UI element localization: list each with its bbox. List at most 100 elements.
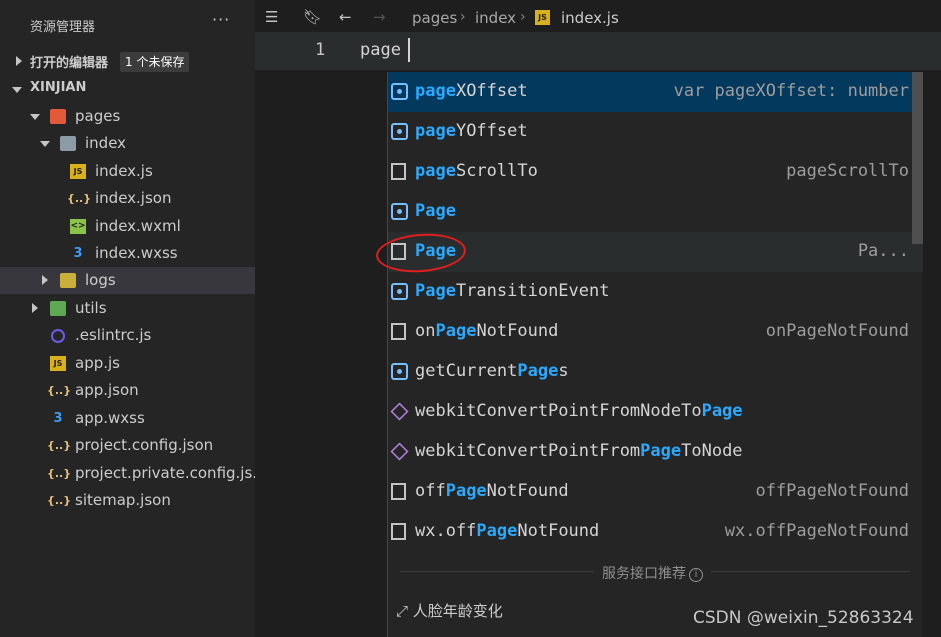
js-file-icon: JS xyxy=(70,164,86,179)
tree-item-logs[interactable]: logs xyxy=(0,267,255,294)
forward-arrow-icon[interactable]: → xyxy=(373,8,386,26)
json-file-icon: {..} xyxy=(47,494,72,507)
unsaved-badge: 1 个未保存 xyxy=(120,52,190,72)
tree-item-index-folder[interactable]: index xyxy=(0,130,255,157)
suggestion-detail: onPageNotFound xyxy=(765,321,909,341)
back-arrow-icon[interactable]: ← xyxy=(339,8,352,26)
tree-item-label: logs xyxy=(85,271,116,289)
watermark: CSDN @weixin_52863324 xyxy=(693,608,914,628)
breadcrumb-pages[interactable]: pages xyxy=(412,9,457,27)
tree-item-pages[interactable]: pages xyxy=(0,103,255,130)
tree-item-index-js[interactable]: JS index.js xyxy=(0,158,255,185)
open-editors-label: 打开的编辑器 xyxy=(30,56,109,71)
bookmark-icon[interactable]: 🔖︎ xyxy=(303,8,322,26)
info-icon[interactable]: i xyxy=(689,568,703,582)
folder-icon xyxy=(60,273,76,288)
editor-toolbar: ☰ 🔖︎ ← → pages › index › JS index.js xyxy=(255,0,941,36)
eslint-file-icon xyxy=(51,329,65,343)
tree-item-label: .eslintrc.js xyxy=(75,326,152,344)
suggestion-item[interactable]: onPageNotFound onPageNotFound xyxy=(388,312,923,352)
tree-item-index-wxss[interactable]: 3 index.wxss xyxy=(0,240,255,267)
breadcrumb-index[interactable]: index xyxy=(475,9,516,27)
tree-item-index-wxml[interactable]: <> index.wxml xyxy=(0,213,255,240)
suggestion-item[interactable]: webkitConvertPointFromNodeToPage xyxy=(388,392,923,432)
variable-icon xyxy=(391,283,408,300)
more-actions-icon[interactable]: ··· xyxy=(212,10,230,29)
tree-item-index-json[interactable]: {..} index.json xyxy=(0,185,255,212)
folder-icon xyxy=(50,301,66,316)
text-cursor xyxy=(408,38,410,62)
external-link-icon: ⤢ xyxy=(396,602,413,620)
suggestion-label: pageXOffset xyxy=(415,81,528,101)
wxss-file-icon: 3 xyxy=(53,411,63,426)
suggestion-label: webkitConvertPointFromPageToNode xyxy=(415,441,743,461)
suggestion-item[interactable]: Page xyxy=(388,192,923,232)
tree-item-label: app.json xyxy=(75,381,139,399)
suggestion-item[interactable]: webkitConvertPointFromPageToNode xyxy=(388,432,923,472)
chevron-right-icon xyxy=(32,303,38,313)
folder-icon xyxy=(60,136,76,151)
tree-item-label: app.wxss xyxy=(75,409,145,427)
breadcrumb-separator-icon: › xyxy=(460,9,466,25)
tree-item-project-config[interactable]: {..} project.config.json xyxy=(0,432,255,459)
breadcrumb-file[interactable]: index.js xyxy=(561,9,619,27)
suggestion-label: pageScrollTo xyxy=(415,161,538,181)
service-recommend-item[interactable]: ⤢ 人脸年龄变化 xyxy=(396,600,503,621)
tree-item-label: index xyxy=(85,134,127,152)
list-icon[interactable]: ☰ xyxy=(265,8,278,26)
tree-item-label: project.private.config.js... xyxy=(75,464,267,482)
tree-item-label: index.wxml xyxy=(95,217,181,235)
suggestion-item[interactable]: getCurrentPages xyxy=(388,352,923,392)
tree-item-eslintrc[interactable]: .eslintrc.js xyxy=(0,322,255,349)
open-editors-section[interactable]: 打开的编辑器 1 个未保存 xyxy=(0,48,255,75)
project-name: XINJIAN xyxy=(30,80,87,95)
line-number: 1 xyxy=(315,40,326,60)
tree-item-label: index.json xyxy=(95,189,172,207)
suggestion-item[interactable]: pageXOffset var pageXOffset: number xyxy=(388,72,923,112)
wxml-file-icon: <> xyxy=(70,219,86,234)
method-icon xyxy=(390,402,409,421)
tree-item-label: project.config.json xyxy=(75,436,214,454)
suggest-widget: pageXOffset var pageXOffset: number page… xyxy=(387,72,923,637)
suggestion-label: pageYOffset xyxy=(415,121,528,141)
suggestion-item[interactable]: Page Pa... xyxy=(388,232,923,272)
project-section[interactable]: XINJIAN xyxy=(0,76,255,103)
tree-item-app-wxss[interactable]: 3 app.wxss xyxy=(0,405,255,432)
wxss-file-icon: 3 xyxy=(73,246,83,261)
tree-item-label: index.js xyxy=(95,162,153,180)
suggestion-label: PageTransitionEvent xyxy=(415,281,610,301)
json-file-icon: {..} xyxy=(47,439,72,452)
suggestion-label: onPageNotFound xyxy=(415,321,559,341)
snippet-icon xyxy=(391,163,406,180)
suggestion-detail: var pageXOffset: number xyxy=(673,81,909,101)
snippet-icon xyxy=(391,323,406,340)
suggestion-item[interactable]: PageTransitionEvent xyxy=(388,272,923,312)
tree-item-sitemap[interactable]: {..} sitemap.json xyxy=(0,487,255,514)
snippet-icon xyxy=(391,523,406,540)
chevron-right-icon xyxy=(42,275,48,285)
explorer-title: 资源管理器 xyxy=(30,20,96,35)
suggestion-label: Page xyxy=(415,201,456,221)
suggestion-item[interactable]: pageScrollTo pageScrollTo xyxy=(388,152,923,192)
service-recommend-label: 服务接口推荐 i xyxy=(594,563,711,583)
snippet-icon xyxy=(391,483,406,500)
chevron-right-icon xyxy=(16,56,22,66)
js-file-icon: JS xyxy=(535,10,550,25)
suggest-scrollbar[interactable] xyxy=(912,72,923,244)
chevron-down-icon xyxy=(30,114,40,120)
tree-item-label: sitemap.json xyxy=(75,491,171,509)
code-line[interactable]: page xyxy=(360,40,401,60)
suggestion-item[interactable]: wx.offPageNotFound wx.offPageNotFound xyxy=(388,512,923,552)
variable-icon xyxy=(391,83,408,100)
tree-item-app-js[interactable]: JS app.js xyxy=(0,350,255,377)
tree-item-project-private-config[interactable]: {..} project.private.config.js... xyxy=(0,460,267,487)
tree-item-label: index.wxss xyxy=(95,244,178,262)
suggestion-label: getCurrentPages xyxy=(415,361,569,381)
tree-item-app-json[interactable]: {..} app.json xyxy=(0,377,255,404)
tree-item-label: pages xyxy=(75,107,121,125)
suggestion-item[interactable]: pageYOffset xyxy=(388,112,923,152)
suggestion-item[interactable]: offPageNotFound offPageNotFound xyxy=(388,472,923,512)
tree-item-utils[interactable]: utils xyxy=(0,295,255,322)
js-file-icon: JS xyxy=(50,356,66,371)
variable-icon xyxy=(391,363,408,380)
